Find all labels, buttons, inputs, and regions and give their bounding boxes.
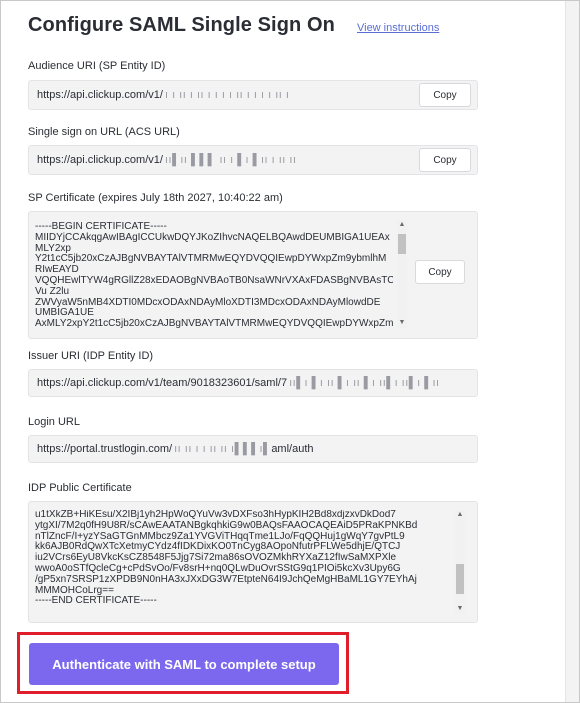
sp-certificate-label: SP Certificate (expires July 18th 2027, … — [28, 192, 283, 204]
page-header: Configure SAML Single Sign On View instr… — [28, 14, 439, 37]
idp-certificate-label: IDP Public Certificate — [28, 482, 132, 494]
redacted-text: ı ı ıı ı ıı ı ı ı ı ıı ı ı ı ı ıı ı — [164, 89, 290, 101]
audience-uri-field: https://api.clickup.com/v1/ı ı ıı ı ıı ı… — [28, 80, 478, 110]
issuer-uri-value: https://api.clickup.com/v1/team/90183236… — [37, 377, 440, 389]
redacted-text: ıı▌ıı ▌▌▌ ıı ı ▌ı ▌ıı ı ıı ıı — [164, 154, 297, 166]
audience-copy-button[interactable]: Copy — [419, 83, 471, 107]
page-scrollbar[interactable] — [565, 1, 579, 702]
sp-certificate-text: -----BEGIN CERTIFICATE----- MIIDYjCCAkqg… — [35, 222, 393, 330]
acs-url-label: Single sign on URL (ACS URL) — [28, 126, 180, 138]
view-instructions-link[interactable]: View instructions — [357, 22, 439, 34]
login-url-label: Login URL — [28, 416, 80, 428]
sp-certificate-field: -----BEGIN CERTIFICATE----- MIIDYjCCAkqg… — [28, 211, 478, 339]
audience-uri-value: https://api.clickup.com/v1/ı ı ıı ı ıı ı… — [37, 89, 290, 101]
sp-certificate-copy-button[interactable]: Copy — [415, 260, 465, 284]
scroll-down-arrow-icon[interactable]: ▼ — [397, 318, 407, 328]
redacted-text: ıı ıı ı ı ıı ıı ı▌▌▌ı▌ — [174, 443, 272, 455]
audience-uri-label: Audience URI (SP Entity ID) — [28, 60, 166, 72]
idp-certificate-text: u1tXkZB+HiKEsu/X2IBj1yh2HpWoQYuVw3vDXFso… — [35, 510, 418, 607]
acs-copy-button[interactable]: Copy — [419, 148, 471, 172]
scroll-thumb[interactable] — [398, 234, 406, 254]
authenticate-saml-button[interactable]: Authenticate with SAML to complete setup — [29, 643, 339, 685]
login-url-field: https://portal.trustlogin.com/ıı ıı ı ı … — [28, 435, 478, 463]
scroll-up-arrow-icon[interactable]: ▲ — [397, 220, 407, 230]
page-title: Configure SAML Single Sign On — [28, 14, 335, 36]
acs-url-value: https://api.clickup.com/v1/ıı▌ıı ▌▌▌ ıı … — [37, 154, 297, 166]
login-url-value: https://portal.trustlogin.com/ıı ıı ı ı … — [37, 443, 314, 455]
acs-url-field: https://api.clickup.com/v1/ıı▌ıı ▌▌▌ ıı … — [28, 145, 478, 175]
idp-certificate-field: u1tXkZB+HiKEsu/X2IBj1yh2HpWoQYuVw3vDXFso… — [28, 501, 478, 623]
sp-certificate-textarea[interactable]: -----BEGIN CERTIFICATE----- MIIDYjCCAkqg… — [29, 218, 411, 330]
idp-certificate-textarea[interactable]: u1tXkZB+HiKEsu/X2IBj1yh2HpWoQYuVw3vDXFso… — [29, 508, 469, 616]
scroll-down-arrow-icon[interactable]: ▼ — [455, 604, 465, 614]
redacted-text: ıı▌ı ▌ı ıı ▌ı ıı ▌ı ıı▌ı ıı▌ı ▌ıı — [289, 377, 440, 389]
issuer-uri-field: https://api.clickup.com/v1/team/90183236… — [28, 369, 478, 397]
issuer-uri-label: Issuer URI (IDP Entity ID) — [28, 350, 154, 362]
scroll-thumb[interactable] — [456, 564, 464, 594]
idp-certificate-scrollbar[interactable]: ▲ ▼ — [455, 510, 465, 614]
highlight-box: Authenticate with SAML to complete setup — [17, 632, 349, 694]
sp-certificate-scrollbar[interactable]: ▲ ▼ — [397, 220, 407, 328]
scroll-up-arrow-icon[interactable]: ▲ — [455, 510, 465, 520]
